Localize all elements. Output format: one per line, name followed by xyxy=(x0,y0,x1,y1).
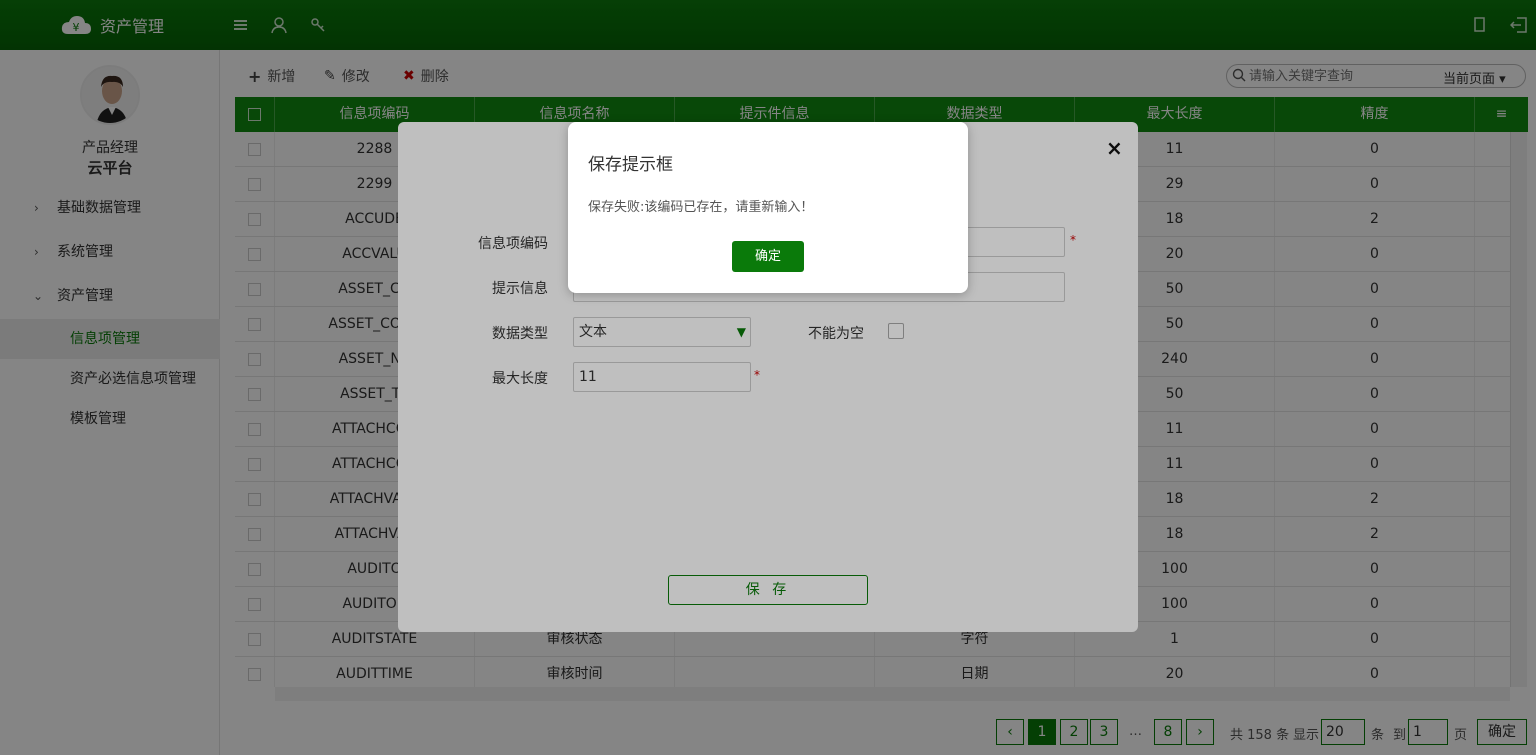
alert-ok-button[interactable]: 确定 xyxy=(732,241,804,272)
save-alert-dialog: 保存提示框 保存失败:该编码已存在，请重新输入！ 确定 xyxy=(568,122,968,293)
alert-message: 保存失败:该编码已存在，请重新输入！ xyxy=(588,200,814,215)
alert-backdrop xyxy=(0,0,1536,755)
alert-title: 保存提示框 xyxy=(588,155,673,175)
